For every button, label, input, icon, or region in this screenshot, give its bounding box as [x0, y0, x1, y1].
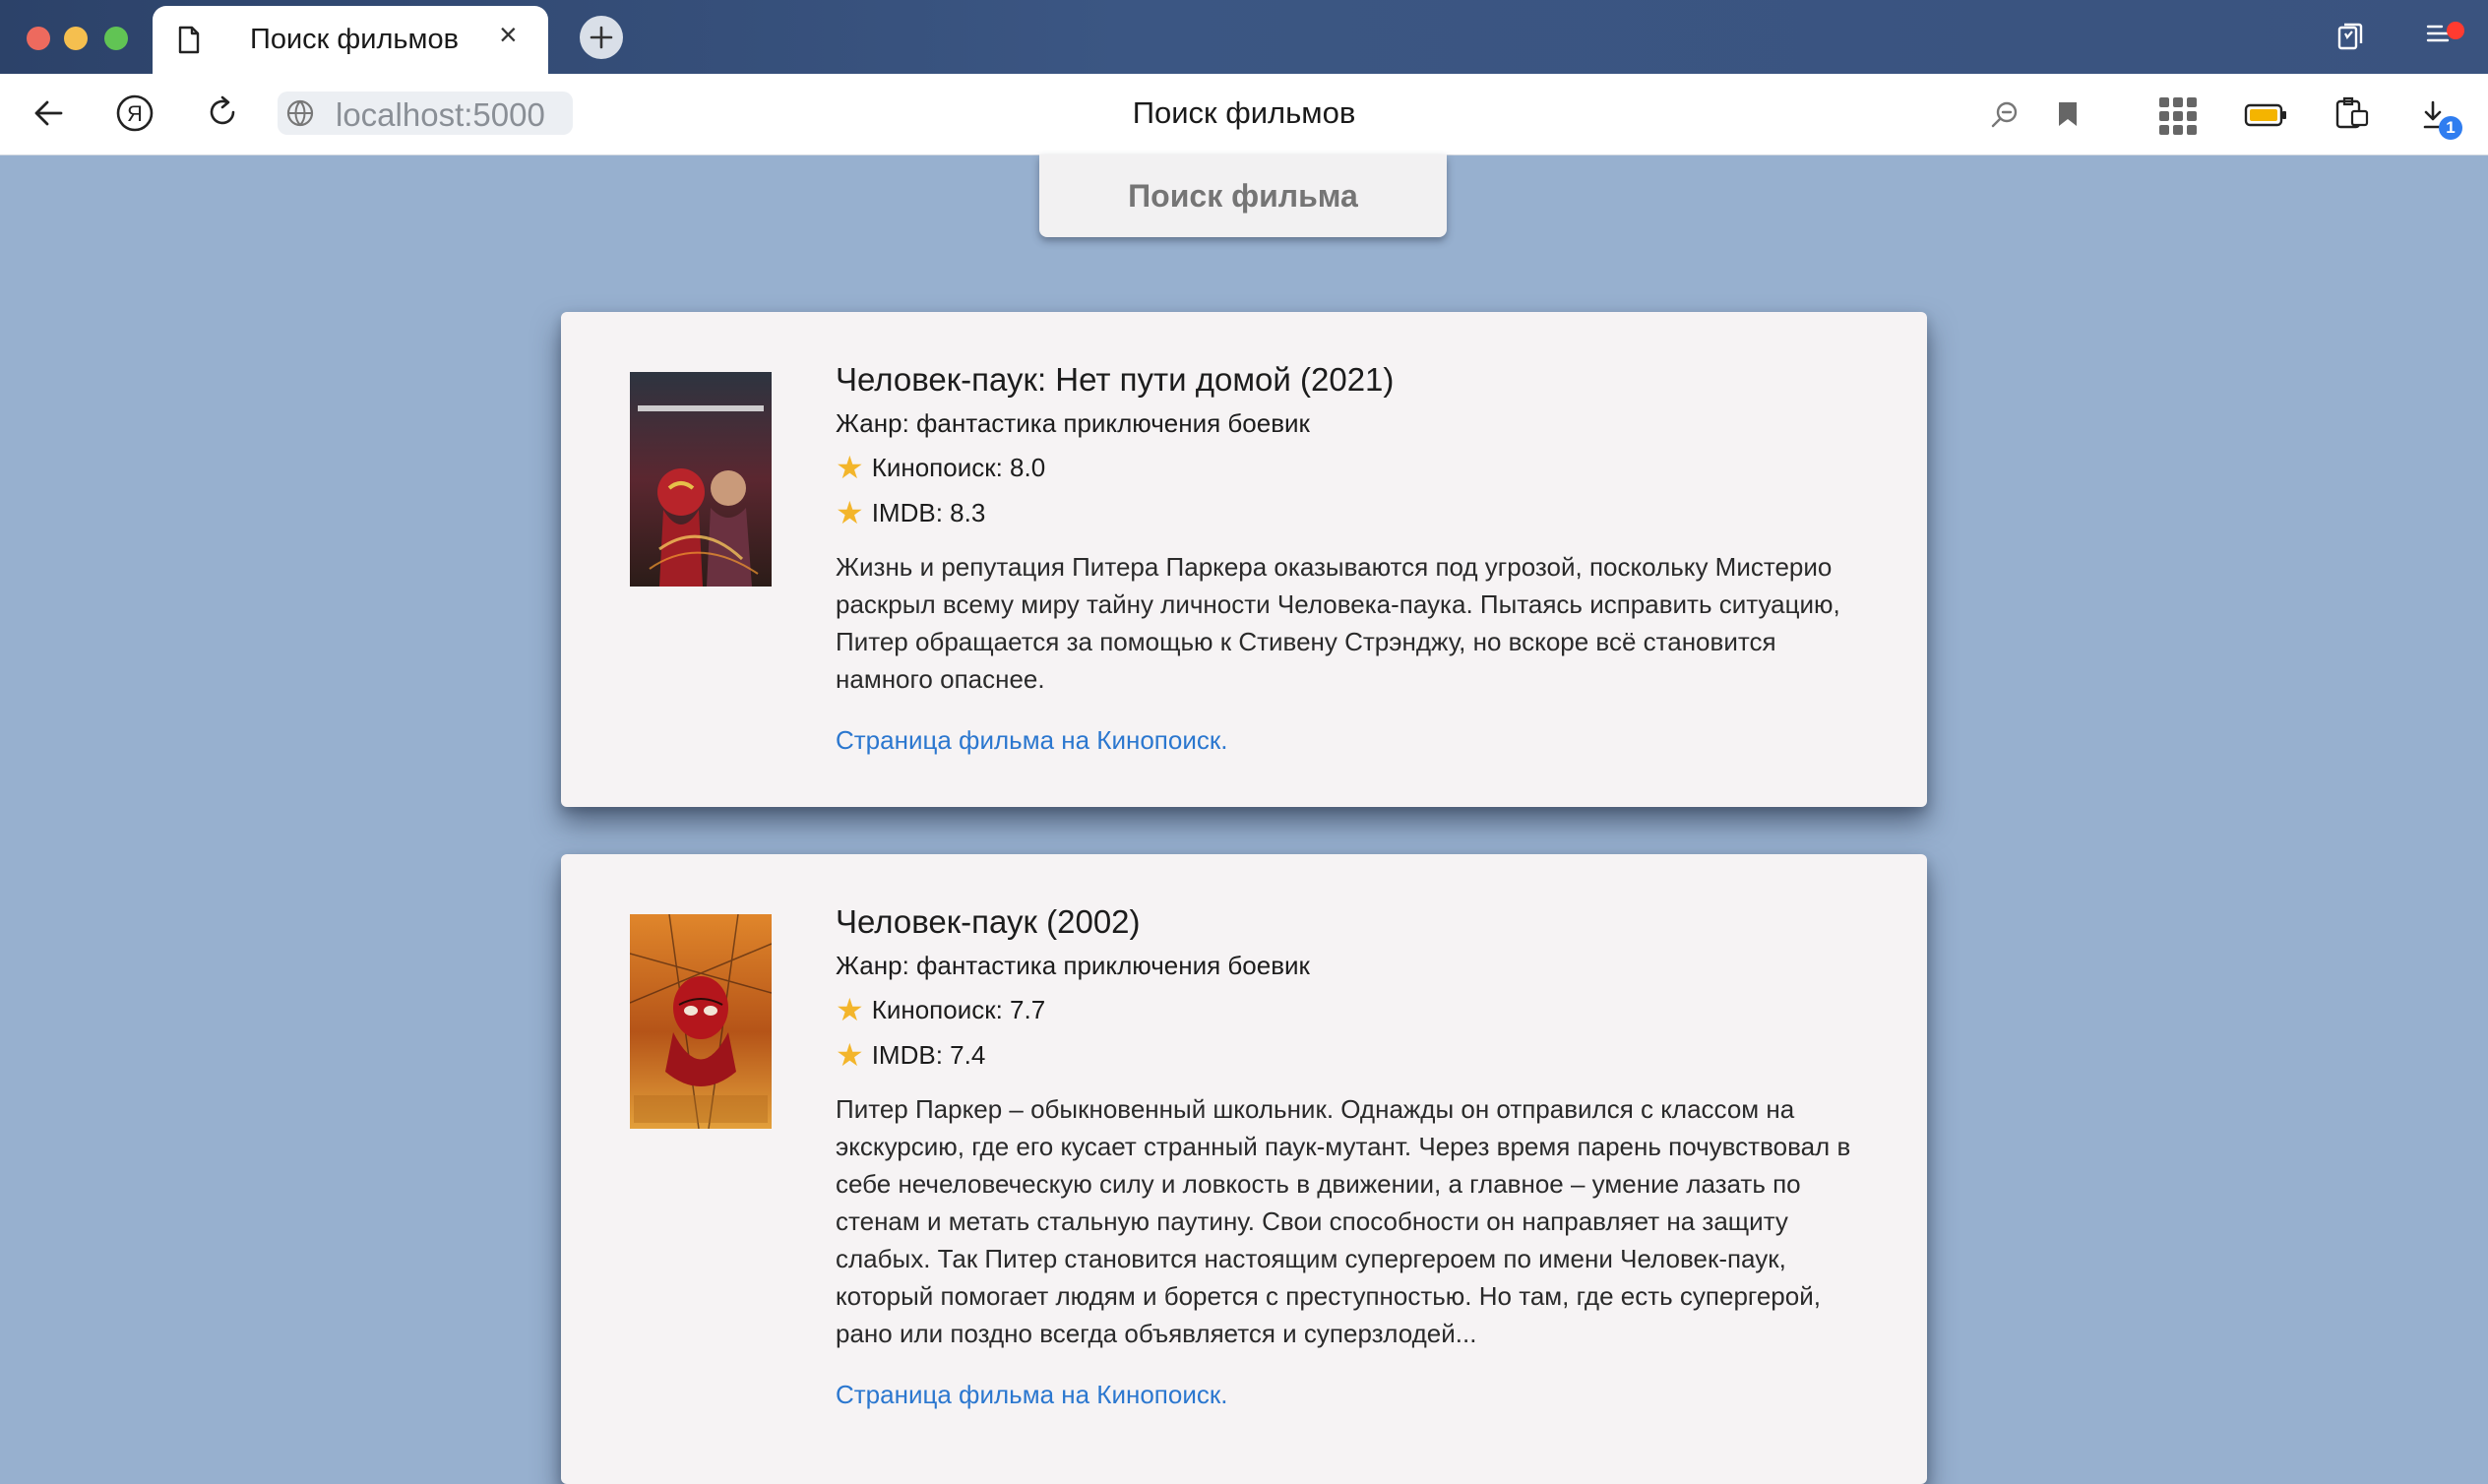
bookmark-icon[interactable]	[2057, 100, 2079, 133]
kinopoisk-link[interactable]: Страница фильма на Кинопоиск.	[836, 1380, 1879, 1410]
kinopoisk-link[interactable]: Страница фильма на Кинопоиск.	[836, 725, 1879, 756]
search-movie-button[interactable]: Поиск фильма	[1039, 155, 1447, 237]
movie-description: Жизнь и репутация Питера Паркера оказыва…	[836, 552, 1840, 694]
kinopoisk-rating: ★ Кинопоиск: 7.7	[836, 994, 1879, 1025]
movie-card: Человек-паук: Нет пути домой (2021) Жанр…	[561, 312, 1927, 807]
movie-description: Питер Паркер – обыкновенный школьник. Од…	[836, 1094, 1851, 1348]
movie-info: Человек-паук (2002) Жанр: фантастика при…	[836, 903, 1879, 1410]
apps-grid-icon[interactable]	[2158, 96, 2198, 141]
kinopoisk-rating-text: Кинопоиск: 8.0	[871, 452, 1046, 482]
movie-genre: Жанр: фантастика приключения боевик	[836, 951, 1310, 980]
close-window-button[interactable]	[27, 27, 50, 50]
zoom-icon[interactable]	[1990, 100, 2020, 135]
collections-icon[interactable]	[2336, 22, 2364, 56]
movie-card: Человек-паук (2002) Жанр: фантастика при…	[561, 854, 1927, 1484]
imdb-rating-text: IMDB: 7.4	[871, 1039, 986, 1070]
maximize-window-button[interactable]	[104, 27, 128, 50]
star-icon: ★	[836, 1037, 864, 1073]
menu-icon[interactable]	[2426, 22, 2450, 50]
kinopoisk-rating-text: Кинопоиск: 7.7	[871, 994, 1046, 1024]
close-icon[interactable]: ×	[499, 19, 518, 50]
tab-title: Поиск фильмов	[250, 24, 459, 55]
star-icon: ★	[836, 992, 864, 1027]
imdb-rating-text: IMDB: 8.3	[871, 497, 986, 527]
spiderman-poster-2021[interactable]	[630, 372, 772, 587]
toolbar-page-title: Поиск фильмов	[1132, 95, 1356, 130]
notification-dot	[2447, 22, 2464, 39]
document-icon	[177, 26, 201, 60]
movie-info: Человек-паук: Нет пути домой (2021) Жанр…	[836, 361, 1879, 756]
plus-icon	[590, 26, 613, 49]
new-tab-button[interactable]	[580, 16, 623, 59]
movie-genre: Жанр: фантастика приключения боевик	[836, 408, 1310, 438]
imdb-rating: ★ IMDB: 7.4	[836, 1039, 1879, 1071]
battery-icon[interactable]	[2244, 103, 2287, 132]
imdb-rating: ★ IMDB: 8.3	[836, 497, 1879, 528]
kinopoisk-rating: ★ Кинопоиск: 8.0	[836, 452, 1879, 483]
star-icon: ★	[836, 495, 864, 530]
title-bar: Поиск фильмов ×	[0, 0, 2488, 74]
minimize-window-button[interactable]	[64, 27, 88, 50]
movie-title: Человек-паук: Нет пути домой (2021)	[836, 361, 1395, 398]
browser-tab[interactable]: Поиск фильмов ×	[153, 6, 548, 74]
spiderman-poster-2002[interactable]	[629, 913, 773, 1130]
movie-title: Человек-паук (2002)	[836, 903, 1141, 940]
browser-toolbar: Я localhost:5000 Поиск фильмов	[0, 74, 2488, 155]
downloads-badge: 1	[2439, 116, 2462, 140]
clipboard-icon[interactable]	[2334, 95, 2370, 136]
star-icon: ★	[836, 450, 864, 485]
